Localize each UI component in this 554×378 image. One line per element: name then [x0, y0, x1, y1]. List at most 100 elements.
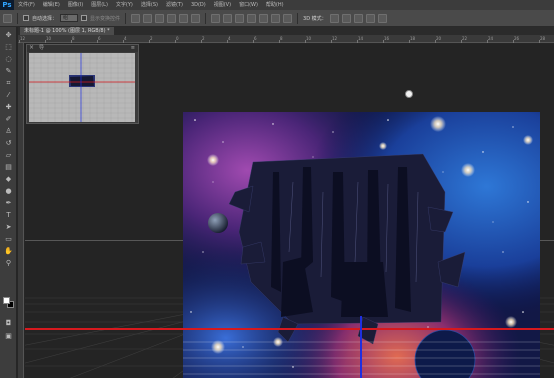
ruler-tick-label: 6 — [253, 36, 257, 43]
menu-type[interactable]: 文字(Y) — [112, 0, 137, 10]
auto-select-checkbox[interactable] — [23, 15, 29, 21]
ruler-tick-label: 28 — [538, 36, 546, 43]
divider — [125, 12, 127, 24]
3d-mode-label: 3D 模式： — [303, 15, 327, 22]
close-icon[interactable]: × — [29, 44, 34, 51]
distribute-bottom-icon[interactable] — [235, 13, 245, 23]
dodge-tool-icon[interactable]: ● — [4, 187, 13, 195]
menu-bar: Ps 文件(F) 编辑(E) 图像(I) 图层(L) 文字(Y) 选择(S) 滤… — [0, 0, 554, 10]
ruler-tick-label: 20 — [434, 36, 442, 43]
foreground-color-swatch[interactable] — [3, 297, 10, 304]
auto-align-icon[interactable] — [283, 13, 293, 23]
ruler-tick-label: 8 — [279, 36, 283, 43]
align-hcenter-icon[interactable] — [179, 13, 189, 23]
menu-help[interactable]: 帮助(H) — [262, 0, 288, 10]
ruler-tick-label: 4 — [227, 36, 231, 43]
distribute-right-icon[interactable] — [271, 13, 281, 23]
auto-select-dropdown[interactable]: 组 — [60, 14, 79, 22]
cursor-marker — [405, 90, 413, 98]
quick-mask-icon[interactable]: ◘ — [4, 319, 13, 327]
move-tool-preset-icon[interactable] — [3, 13, 12, 23]
document-tab[interactable]: 未标题-1 @ 100% (图层 1, RGB/8) * — [20, 27, 114, 35]
distribute-left-icon[interactable] — [247, 13, 257, 23]
horizontal-ruler[interactable]: 12 10 8 6 4 2 0 2 4 6 8 10 12 14 16 18 20 22 24 26 28 — [18, 35, 554, 43]
panel-menu-icon[interactable]: ≡ — [131, 45, 135, 52]
ruler-tick-label: 22 — [460, 36, 468, 43]
align-vcenter-icon[interactable] — [143, 13, 153, 23]
type-tool-icon[interactable]: T — [4, 211, 13, 219]
show-transform-label: 显示变换控件 — [90, 15, 121, 22]
ruler-tick-label: 4 — [123, 36, 127, 43]
menu-image[interactable]: 图像(I) — [64, 0, 87, 10]
ruler-tick-label: 8 — [71, 36, 75, 43]
screen-mode-icon[interactable]: ▣ — [4, 332, 13, 340]
navigator-preview[interactable] — [29, 53, 135, 122]
options-bar: 自动选择： 组 显示变换控件 3D 模式： — [0, 10, 554, 27]
menu-window[interactable]: 窗口(W) — [235, 0, 262, 10]
align-right-icon[interactable] — [191, 13, 201, 23]
path-select-tool-icon[interactable]: ➤ — [4, 223, 13, 231]
align-bottom-icon[interactable] — [155, 13, 165, 23]
ruler-tick-label: 12 — [330, 36, 338, 43]
shape-tool-icon[interactable]: ▭ — [4, 235, 13, 243]
eraser-tool-icon[interactable]: ▱ — [4, 151, 13, 159]
eyedropper-tool-icon[interactable]: ⁄ — [4, 91, 13, 99]
divider — [297, 12, 299, 24]
menu-select[interactable]: 选择(S) — [137, 0, 162, 10]
distribute-top-icon[interactable] — [211, 13, 221, 23]
navigator-panel: × 导 ≡ — [26, 44, 139, 124]
ruler-tick-label: 2 — [149, 36, 153, 43]
menu-view[interactable]: 视图(V) — [210, 0, 235, 10]
ruler-tick-label: 2 — [201, 36, 205, 43]
auto-select-label: 自动选择： — [32, 15, 58, 22]
ruler-tick-label: 12 — [18, 36, 26, 43]
history-brush-tool-icon[interactable]: ↺ — [4, 139, 13, 147]
ruler-tick-label: 14 — [356, 36, 364, 43]
navigator-title: 导 — [39, 45, 45, 51]
ruler-tick-label: 26 — [512, 36, 520, 43]
divider — [17, 12, 18, 24]
ruler-tick-label: 10 — [44, 36, 52, 43]
ruler-tick-label: 0 — [175, 36, 179, 43]
marquee-tool-icon[interactable]: ⬚ — [4, 43, 13, 51]
3d-slide-icon[interactable] — [365, 13, 375, 23]
lasso-tool-icon[interactable]: ◌ — [4, 55, 13, 63]
menu-layer[interactable]: 图层(L) — [87, 0, 112, 10]
ruler-tick-label: 10 — [304, 36, 312, 43]
vertical-ruler[interactable] — [18, 43, 24, 378]
distribute-vcenter-icon[interactable] — [223, 13, 233, 23]
align-top-icon[interactable] — [131, 13, 141, 23]
horizontal-guide-red[interactable] — [25, 328, 554, 330]
zoom-tool-icon[interactable]: ⚲ — [4, 259, 13, 267]
tools-panel: ✥ ⬚ ◌ ✎ ⌗ ⁄ ✚ ✐ ♙ ↺ ▱ ▤ ◆ ● ✒ T ➤ ▭ ✋ ⚲ ◘ ▣ — [0, 27, 17, 378]
navigator-header: × 导 ≡ — [27, 44, 138, 52]
3d-drag-icon[interactable] — [353, 13, 363, 23]
ruler-tick-label: 16 — [382, 36, 390, 43]
menu-filter[interactable]: 滤镜(T) — [162, 0, 187, 10]
clone-stamp-tool-icon[interactable]: ♙ — [4, 127, 13, 135]
photoshop-logo: Ps — [0, 0, 14, 10]
healing-brush-tool-icon[interactable]: ✚ — [4, 103, 13, 111]
vertical-guide-blue[interactable] — [360, 316, 362, 378]
ruler-tick-label: 18 — [408, 36, 416, 43]
menu-3d[interactable]: 3D(D) — [187, 0, 210, 10]
3d-rotate-icon[interactable] — [329, 13, 339, 23]
menu-file[interactable]: 文件(F) — [14, 0, 39, 10]
pen-tool-icon[interactable]: ✒ — [4, 199, 13, 207]
divider — [205, 12, 207, 24]
hand-tool-icon[interactable]: ✋ — [4, 247, 13, 255]
align-left-icon[interactable] — [167, 13, 177, 23]
3d-roll-icon[interactable] — [341, 13, 351, 23]
move-tool-icon[interactable]: ✥ — [4, 31, 13, 39]
quick-select-tool-icon[interactable]: ✎ — [4, 67, 13, 75]
3d-scale-icon[interactable] — [377, 13, 387, 23]
ruler-tick-label: 24 — [486, 36, 494, 43]
crop-tool-icon[interactable]: ⌗ — [4, 79, 13, 87]
blur-tool-icon[interactable]: ◆ — [4, 175, 13, 183]
menu-edit[interactable]: 编辑(E) — [39, 0, 64, 10]
distribute-hcenter-icon[interactable] — [259, 13, 269, 23]
gradient-tool-icon[interactable]: ▤ — [4, 163, 13, 171]
show-transform-checkbox[interactable] — [81, 15, 88, 21]
ruler-tick-label: 6 — [97, 36, 101, 43]
brush-tool-icon[interactable]: ✐ — [4, 115, 13, 123]
